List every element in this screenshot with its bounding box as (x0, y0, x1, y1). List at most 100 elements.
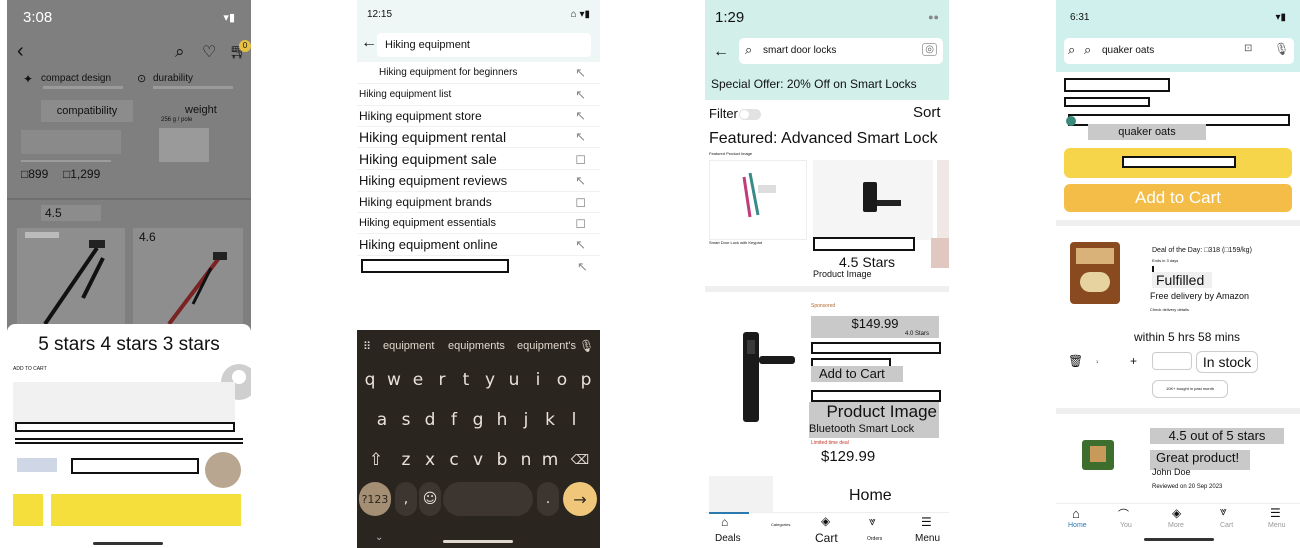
key-o[interactable]: o (551, 362, 573, 398)
featured-card-3[interactable] (937, 160, 949, 240)
back-arrow-icon[interactable]: ‹ (17, 40, 24, 63)
suggestion-item[interactable]: Hiking equipment reviews ↖ (357, 170, 600, 192)
suggestion-item[interactable]: Hiking equipment brands ◻ (357, 191, 600, 213)
suggestion-item[interactable]: Hiking equipment list ↖ (357, 84, 600, 106)
word-suggestion[interactable]: equipments (448, 340, 505, 352)
more-icon[interactable]: ◈ (1172, 506, 1181, 520)
key-m[interactable]: m (539, 442, 561, 478)
yellow-block[interactable] (13, 494, 43, 526)
sort-button[interactable]: Sort (913, 104, 941, 121)
back-arrow-icon[interactable]: ← (361, 34, 377, 52)
add-to-cart-button[interactable]: Add to Cart (811, 366, 903, 382)
cart-icon[interactable]: ⩔ (1220, 504, 1227, 519)
search-input[interactable]: quaker oats (1102, 45, 1154, 56)
word-suggestion[interactable]: equipment's (517, 340, 576, 352)
nav-deals[interactable]: Deals (715, 533, 741, 544)
suggestion-item[interactable]: Hiking equipment for beginners ↖ (357, 62, 600, 84)
microphone-icon[interactable]: 🎙︎ (579, 339, 594, 353)
suggestion-item[interactable]: Hiking equipment rental ↖ (357, 126, 600, 148)
featured-card-2[interactable] (813, 160, 933, 240)
search-input[interactable]: smart door locks (763, 45, 836, 56)
yellow-action-button[interactable] (1064, 148, 1292, 178)
key-h[interactable]: h (491, 402, 513, 438)
heart-icon[interactable]: ♡ (202, 42, 216, 62)
key-j[interactable]: j (515, 402, 537, 438)
orders-icon[interactable]: ⩔ (869, 514, 876, 529)
buy-button[interactable] (51, 494, 241, 526)
key-t[interactable]: t (455, 362, 477, 398)
increment-icon[interactable]: + (1130, 354, 1137, 368)
microphone-icon[interactable]: 🎙︎ (1274, 42, 1289, 56)
key-w[interactable]: w (383, 362, 405, 398)
backspace-icon[interactable]: ⌫ (565, 442, 595, 478)
add-to-cart-small[interactable]: ADD TO CART (13, 366, 47, 372)
key-b[interactable]: b (491, 442, 513, 478)
period-key[interactable]: . (537, 482, 559, 516)
key-u[interactable]: u (503, 362, 525, 398)
emoji-icon[interactable]: ☺ (419, 482, 441, 516)
quantity-value[interactable]: 1 (1096, 359, 1098, 364)
home-icon[interactable]: ⌂ (1072, 506, 1080, 521)
nav-orders[interactable]: Orders (867, 536, 882, 542)
key-n[interactable]: n (515, 442, 537, 478)
secondary-button[interactable] (1152, 352, 1192, 370)
fill-arrow-icon[interactable]: ↖ (575, 237, 586, 253)
nav-cart[interactable]: Cart (815, 531, 838, 545)
product-card-2[interactable]: 4.6 (133, 228, 243, 326)
add-to-cart-button[interactable]: Add to Cart (1064, 184, 1292, 212)
key-q[interactable]: q (359, 362, 381, 398)
key-e[interactable]: e (407, 362, 429, 398)
key-f[interactable]: f (443, 402, 465, 438)
filter-label[interactable]: Filter (709, 106, 738, 121)
fill-arrow-icon[interactable]: ↖ (577, 259, 588, 275)
key-y[interactable]: y (479, 362, 501, 398)
nav-you[interactable]: You (1120, 522, 1132, 529)
oats-pack-image[interactable] (1070, 242, 1120, 304)
product-image[interactable] (709, 296, 803, 466)
search-input[interactable]: Hiking equipment (377, 33, 591, 57)
search-bar[interactable]: ⌕ ⌕ quaker oats ⊡ 🎙︎ (1064, 38, 1294, 64)
scan-icon[interactable]: ⌕ (1068, 42, 1075, 58)
fill-arrow-icon[interactable]: ↖ (575, 173, 586, 189)
home-label[interactable]: Home (849, 487, 892, 505)
key-l[interactable]: l (563, 402, 585, 438)
key-k[interactable]: k (539, 402, 561, 438)
nav-cart[interactable]: Cart (1220, 522, 1233, 529)
suggestion-item[interactable]: Hiking equipment store ↖ (357, 105, 600, 127)
key-z[interactable]: z (395, 442, 417, 478)
product-card-1[interactable] (17, 228, 125, 326)
menu-icon[interactable]: ☰ (921, 515, 932, 529)
product-title[interactable]: Bluetooth Smart Lock (809, 423, 914, 435)
key-g[interactable]: g (467, 402, 489, 438)
camera-scan-icon[interactable]: ◎ (922, 43, 937, 56)
oats-bag-image[interactable] (1082, 440, 1114, 470)
suggestion-item[interactable]: Hiking equipment online ↖ (357, 234, 600, 256)
fill-arrow-icon[interactable]: ◻ (575, 194, 586, 210)
rating-filter-title[interactable]: 5 stars 4 stars 3 stars (7, 334, 251, 356)
search-bar[interactable]: ⌕ smart door locks ◎ (739, 38, 943, 64)
key-i[interactable]: i (527, 362, 549, 398)
offer-banner[interactable]: Special Offer: 20% Off on Smart Locks (711, 77, 917, 91)
fill-arrow-icon[interactable]: ↖ (575, 87, 586, 103)
nav-home[interactable]: Home (1068, 522, 1087, 529)
suggestion-item[interactable]: Hiking equipment sale ◻ (357, 148, 600, 170)
fill-arrow-icon[interactable]: ↖ (575, 129, 586, 145)
filter-toggle[interactable] (739, 109, 761, 120)
deals-icon[interactable]: ⌂ (721, 515, 728, 529)
key-x[interactable]: x (419, 442, 441, 478)
comma-key[interactable]: , (395, 482, 417, 516)
fill-arrow-icon[interactable]: ◻ (575, 151, 586, 167)
back-arrow-icon[interactable]: ← (713, 43, 729, 61)
featured-card-1[interactable] (709, 160, 807, 240)
redacted-suggestion[interactable] (361, 259, 509, 273)
next-product-image[interactable] (709, 476, 773, 516)
search-icon[interactable]: ⌕ (175, 42, 185, 62)
key-p[interactable]: p (575, 362, 597, 398)
key-d[interactable]: d (419, 402, 441, 438)
menu-icon[interactable]: ☰ (1270, 506, 1281, 520)
space-bar[interactable] (443, 482, 533, 516)
enter-arrow-icon[interactable]: → (563, 482, 597, 516)
nav-menu[interactable]: Menu (915, 533, 940, 544)
camera-icon[interactable]: ⊡ (1244, 43, 1252, 54)
you-icon[interactable]: ⌒ (1118, 506, 1129, 522)
